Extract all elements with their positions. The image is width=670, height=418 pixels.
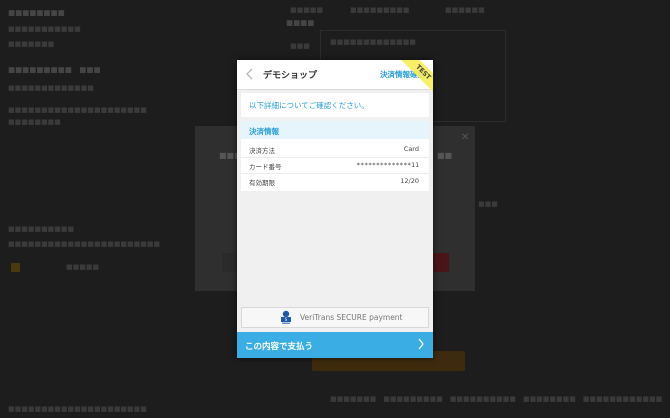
modal-header: デモショップ 決済情報確認 TEST: [237, 60, 433, 106]
info-row-card-number: カード番号 **************11: [241, 157, 429, 174]
chevron-right-icon: [418, 338, 424, 350]
bg-line: ■■■■■■■ ■■■■■■■■■ ■■■■■■■■■■ ■■■■■■■■ ■■…: [330, 395, 663, 403]
bg-line: ■■■■■■■■■■■■■: [330, 38, 416, 46]
close-icon: ✕: [461, 132, 470, 143]
section-title: 決済情報: [249, 127, 279, 136]
info-row-payment-method: 決済方法 Card: [241, 141, 429, 158]
bg-line: ■■■■■■■■■■■■■: [8, 84, 94, 92]
row-value: Card: [403, 145, 419, 153]
row-value: **************11: [356, 161, 419, 169]
bg-line: ■■■■■■■■■■■■■■■■■■■■■■■: [8, 240, 161, 248]
shop-name: デモショップ: [263, 71, 318, 81]
confirm-message: 以下詳細についてご確認ください。: [249, 101, 369, 110]
bg-logo: [11, 263, 20, 272]
secure-payment-text: VeriTrans SECURE payment: [300, 313, 403, 322]
pay-button-label: この内容で支払う: [245, 342, 314, 352]
bg-line: ■■■■■■: [445, 6, 485, 14]
payment-modal: デモショップ 決済情報確認 TEST 以下詳細についてご確認ください。 決済情報…: [237, 60, 433, 358]
secure-shield-logo-icon: S: [281, 310, 291, 324]
pay-button[interactable]: この内容で支払う: [237, 332, 433, 358]
bg-red-button: [433, 253, 449, 272]
bg-line: ■■■■■■■: [8, 40, 55, 48]
bg-line: ■■■■■: [290, 6, 324, 14]
bg-heading: ■■■■■■■■■ ■■■: [8, 65, 101, 74]
info-row-expiry: 有効期限 12/20: [241, 173, 429, 189]
bg-heading: ■■■■■■■■: [8, 8, 65, 17]
bg-dialog-text: ■■: [437, 151, 453, 160]
chevron-left-icon[interactable]: [244, 68, 256, 80]
bg-line: ■■■: [290, 42, 310, 50]
payment-info-card: 決済情報 決済方法 Card カード番号 **************11 有効…: [241, 121, 429, 191]
row-label: 決済方法: [249, 147, 275, 155]
bg-heading: ■■■■: [286, 18, 315, 27]
row-value: 12/20: [400, 177, 419, 185]
secure-payment-banner: S VeriTrans SECURE payment: [241, 307, 429, 328]
bg-line: ■■■■■■■■■■■■■■■■■■■■■: [8, 405, 147, 413]
bg-line: ■■■: [478, 200, 498, 208]
bg-line: ■■■■■■■■■■■■■■■■■■■■■: [8, 106, 147, 114]
row-label: カード番号: [249, 163, 282, 171]
svg-text:S: S: [285, 317, 288, 322]
bg-line: ■■■■■■■■■■■: [8, 25, 81, 33]
confirm-message-box: 以下詳細についてご確認ください。: [241, 93, 429, 117]
section-header: 決済情報: [241, 121, 429, 139]
row-label: 有効期限: [249, 179, 275, 187]
bg-line: ■■■■■■■■: [8, 118, 61, 126]
bg-line: ■■■■■■■■■: [350, 6, 410, 14]
bg-line: ■■■■■■■■■■: [8, 225, 75, 233]
bg-line: ■■■■■: [66, 263, 100, 271]
